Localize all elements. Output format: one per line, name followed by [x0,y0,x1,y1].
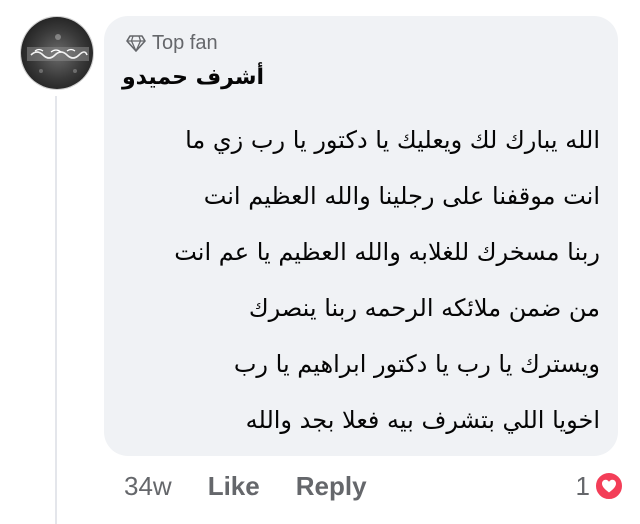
like-button[interactable]: Like [208,471,260,502]
comment-line: من ضمن ملائكه الرحمه ربنا ينصرك [248,294,600,322]
reaction-summary[interactable]: 1 [576,466,624,506]
comment-actions: 34w Like Reply [124,466,367,506]
comment-line: ويسترك يا رب يا دكتور ابراهيم يا رب [233,350,600,378]
avatar[interactable] [20,16,94,90]
comment-text: الله يبارك لك ويعليك يا دكتور يا رب زي م… [112,112,600,448]
reply-button[interactable]: Reply [296,471,367,502]
timestamp[interactable]: 34w [124,471,172,502]
comment-line: ربنا مسخرك للغلابه والله العظيم يا عم ان… [174,238,600,266]
avatar-image [21,17,93,89]
heart-icon [594,471,624,501]
top-fan-badge: Top fan [126,30,218,56]
reaction-count: 1 [575,470,590,501]
thread-line [55,96,57,524]
author-name[interactable]: أشرف حميدو [122,58,264,98]
comment-line: اخويا اللي بتشرف بيه فعلا بجد والله [245,406,600,434]
diamond-icon [126,33,146,53]
comment-line: انت موقفنا على رجلينا والله العظيم انت [203,182,600,210]
comment-line: الله يبارك لك ويعليك يا دكتور يا رب زي م… [185,126,600,154]
badge-label: Top fan [152,31,218,54]
